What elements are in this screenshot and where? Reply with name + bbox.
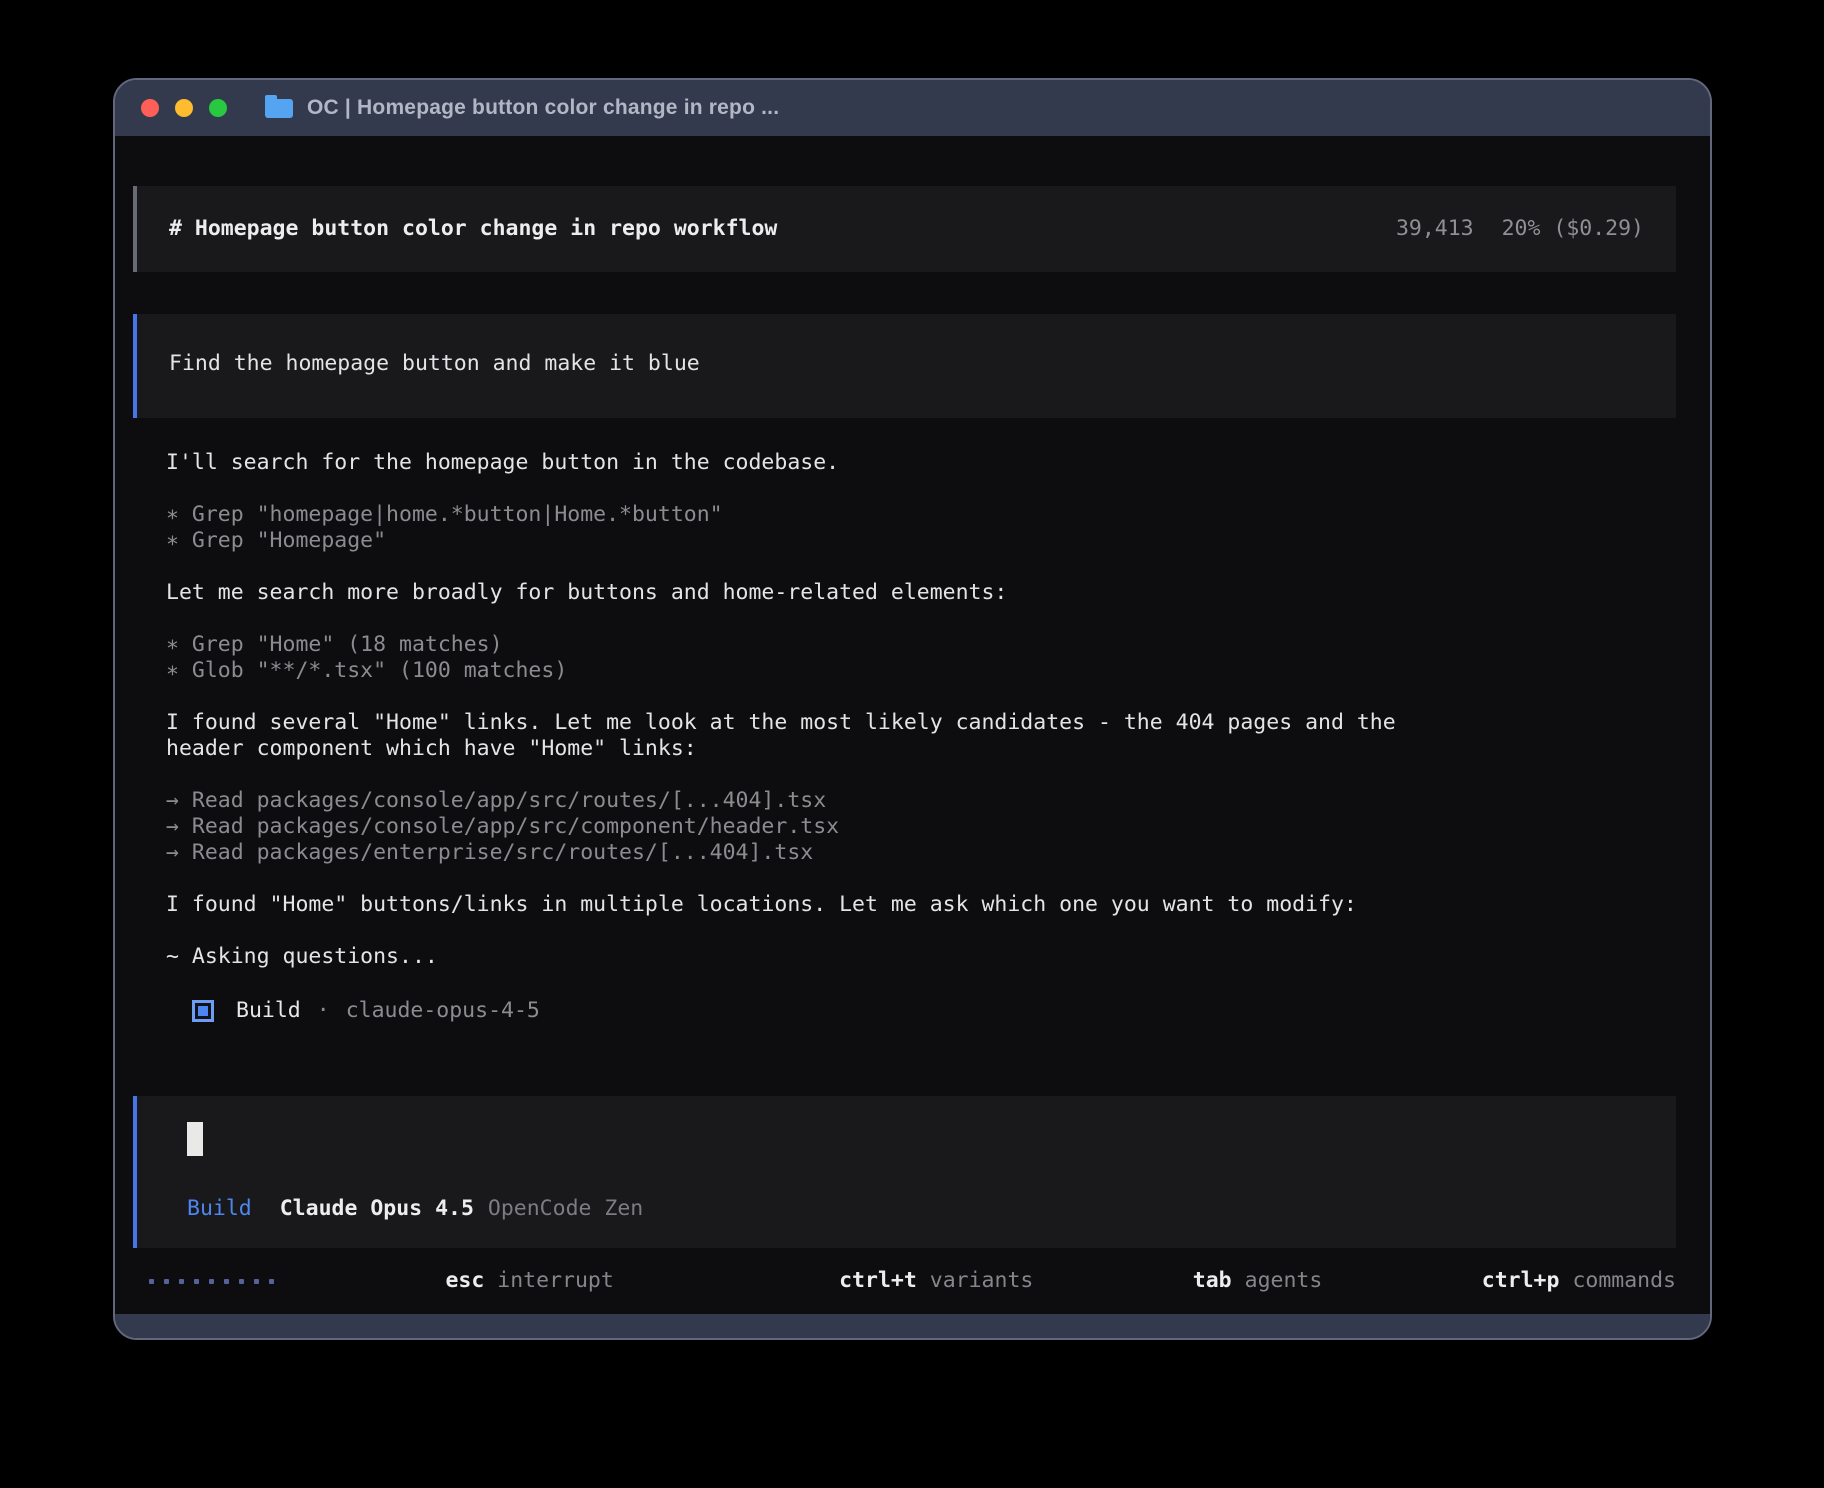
hint-label: variants xyxy=(930,1268,1034,1293)
agent-badge-separator: · xyxy=(317,998,330,1024)
session-title: # Homepage button color change in repo w… xyxy=(169,216,777,242)
agent-square-icon xyxy=(192,1000,214,1022)
assistant-line xyxy=(166,684,1676,710)
assistant-lines: I'll search for the homepage button in t… xyxy=(166,450,1676,970)
hint-key: ctrl+p xyxy=(1482,1268,1560,1293)
assistant-line: → Read packages/enterprise/src/routes/[.… xyxy=(166,840,1676,866)
zoom-button[interactable] xyxy=(209,99,227,117)
context-usage: 20% ($0.29) xyxy=(1502,216,1644,242)
assistant-line: I found several "Home" links. Let me loo… xyxy=(166,710,1676,736)
hint-interrupt: esc interrupt xyxy=(316,1242,614,1320)
hint-label: agents xyxy=(1245,1268,1323,1293)
user-message: Find the homepage button and make it blu… xyxy=(133,314,1676,418)
spinner-dot xyxy=(269,1279,274,1284)
composer-status-row: Build Claude Opus 4.5 OpenCode Zen xyxy=(187,1196,1644,1222)
spinner-dot xyxy=(194,1279,199,1284)
folder-icon xyxy=(265,99,293,118)
terminal-content: # Homepage button color change in repo w… xyxy=(115,136,1710,1314)
status-bar: esc interrupt ctrl+t variants tab agents ct… xyxy=(133,1248,1676,1314)
spinner-dot xyxy=(254,1279,259,1284)
agent-badge: Build · claude-opus-4-5 xyxy=(166,996,1676,1026)
assistant-line: I found "Home" buttons/links in multiple… xyxy=(166,892,1676,918)
assistant-line xyxy=(166,476,1676,502)
assistant-line: ∗ Grep "Home" (18 matches) xyxy=(166,632,1676,658)
title-bar: OC | Homepage button color change in rep… xyxy=(115,80,1710,136)
assistant-line: → Read packages/console/app/src/componen… xyxy=(166,814,1676,840)
assistant-line xyxy=(166,866,1676,892)
spinner-dot xyxy=(224,1279,229,1284)
window-bottom-edge xyxy=(115,1314,1710,1338)
assistant-line: Let me search more broadly for buttons a… xyxy=(166,580,1676,606)
session-stats: 39,413 20% ($0.29) xyxy=(1396,216,1644,242)
close-button[interactable] xyxy=(141,99,159,117)
hint-commands: ctrl+p commands xyxy=(1352,1242,1676,1320)
session-header: # Homepage button color change in repo w… xyxy=(133,186,1676,272)
composer-agent-label[interactable]: Build xyxy=(187,1196,252,1222)
status-bar-left: esc interrupt xyxy=(149,1242,614,1320)
hint-label: interrupt xyxy=(497,1268,614,1293)
minimize-button[interactable] xyxy=(175,99,193,117)
hint-key: esc xyxy=(445,1268,484,1293)
composer-model-label: Claude Opus 4.5 xyxy=(280,1196,474,1222)
terminal-window: OC | Homepage button color change in rep… xyxy=(113,78,1712,1340)
assistant-line xyxy=(166,918,1676,944)
spinner-dot xyxy=(209,1279,214,1284)
hint-label: commands xyxy=(1572,1268,1676,1293)
text-cursor xyxy=(187,1122,203,1156)
assistant-line: ∗ Grep "homepage|home.*button|Home.*butt… xyxy=(166,502,1676,528)
assistant-line xyxy=(166,554,1676,580)
token-count: 39,413 xyxy=(1396,216,1474,242)
assistant-line xyxy=(166,762,1676,788)
spinner-dot xyxy=(179,1279,184,1284)
status-bar-right: ctrl+t variants tab agents ctrl+p commands xyxy=(710,1242,1676,1320)
assistant-response: I'll search for the homepage button in t… xyxy=(166,450,1676,1026)
assistant-line: ~ Asking questions... xyxy=(166,944,1676,970)
agent-badge-name: Build xyxy=(236,998,301,1024)
composer-provider-label: OpenCode Zen xyxy=(488,1196,643,1222)
agent-badge-model: claude-opus-4-5 xyxy=(346,998,540,1024)
hint-agents: tab agents xyxy=(1063,1242,1322,1320)
spinner-dot xyxy=(149,1279,154,1284)
hint-key: tab xyxy=(1193,1268,1232,1293)
spinner-dots-icon xyxy=(149,1279,274,1284)
spinner-dot xyxy=(239,1279,244,1284)
traffic-lights xyxy=(141,99,227,117)
assistant-line: ∗ Grep "Homepage" xyxy=(166,528,1676,554)
window-title: OC | Homepage button color change in rep… xyxy=(307,96,779,120)
assistant-line: header component which have "Home" links… xyxy=(166,736,1676,762)
assistant-line xyxy=(166,606,1676,632)
assistant-line: ∗ Glob "**/*.tsx" (100 matches) xyxy=(166,658,1676,684)
assistant-line: → Read packages/console/app/src/routes/[… xyxy=(166,788,1676,814)
hint-key: ctrl+t xyxy=(839,1268,917,1293)
spinner-dot xyxy=(164,1279,169,1284)
prompt-input[interactable]: Build Claude Opus 4.5 OpenCode Zen xyxy=(133,1096,1676,1248)
assistant-line: I'll search for the homepage button in t… xyxy=(166,450,1676,476)
hint-variants: ctrl+t variants xyxy=(710,1242,1034,1320)
